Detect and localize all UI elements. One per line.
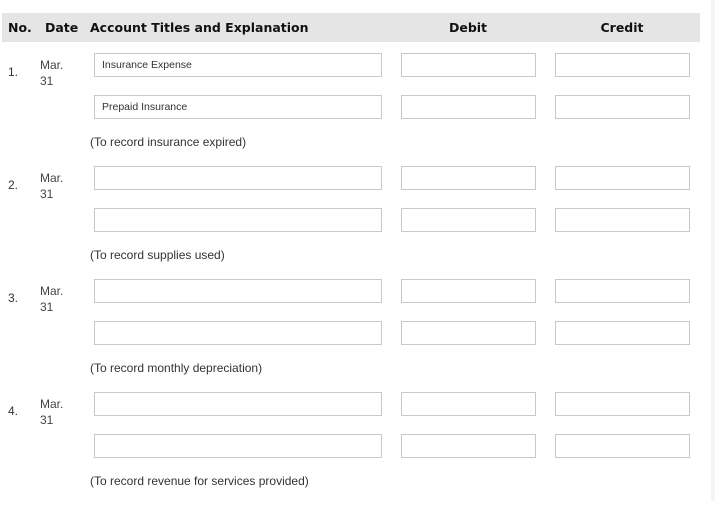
table-header: No. Date Account Titles and Explanation …	[2, 13, 700, 42]
credit-input[interactable]	[555, 166, 690, 190]
debit-input[interactable]	[401, 279, 536, 303]
journal-entry: 1. Mar. 31 (To record insurance expired)	[0, 53, 711, 166]
date-day: 31	[40, 300, 54, 314]
account-input[interactable]	[94, 279, 382, 303]
journal-entry: 2. Mar. 31 (To record supplies used)	[0, 166, 711, 279]
credit-input[interactable]	[555, 208, 690, 232]
debit-input[interactable]	[401, 392, 536, 416]
debit-input[interactable]	[401, 434, 536, 458]
account-input[interactable]	[94, 53, 382, 77]
account-input[interactable]	[94, 321, 382, 345]
journal-entry: 3. Mar. 31 (To record monthly depreciati…	[0, 279, 711, 392]
header-account: Account Titles and Explanation	[90, 20, 309, 35]
credit-input[interactable]	[555, 95, 690, 119]
header-debit: Debit	[448, 20, 488, 35]
date-day: 31	[40, 413, 54, 427]
credit-input[interactable]	[555, 53, 690, 77]
header-no: No.	[8, 20, 32, 35]
account-input[interactable]	[94, 434, 382, 458]
date-month: Mar.	[40, 284, 64, 298]
credit-input[interactable]	[555, 321, 690, 345]
header-credit: Credit	[600, 20, 644, 35]
entry-number: 3.	[8, 291, 19, 305]
entry-explanation: (To record monthly depreciation)	[90, 361, 263, 375]
date-month: Mar.	[40, 171, 64, 185]
date-month: Mar.	[40, 397, 64, 411]
date-day: 31	[40, 74, 54, 88]
date-day: 31	[40, 187, 54, 201]
entry-explanation: (To record supplies used)	[90, 248, 225, 262]
credit-input[interactable]	[555, 279, 690, 303]
debit-input[interactable]	[401, 208, 536, 232]
entry-explanation: (To record insurance expired)	[90, 135, 247, 149]
account-input[interactable]	[94, 166, 382, 190]
entry-date: Mar. 31	[40, 170, 63, 202]
debit-input[interactable]	[401, 53, 536, 77]
credit-input[interactable]	[555, 434, 690, 458]
header-date: Date	[45, 20, 79, 35]
entry-number: 1.	[8, 65, 19, 79]
account-input[interactable]	[94, 392, 382, 416]
entry-number: 2.	[8, 178, 19, 192]
entry-explanation: (To record revenue for services provided…	[90, 474, 309, 488]
scrollbar-track[interactable]	[711, 0, 715, 501]
entry-number: 4.	[8, 404, 19, 418]
debit-input[interactable]	[401, 166, 536, 190]
entry-date: Mar. 31	[40, 283, 63, 315]
date-month: Mar.	[40, 58, 64, 72]
account-input[interactable]	[94, 208, 382, 232]
debit-input[interactable]	[401, 95, 536, 119]
credit-input[interactable]	[555, 392, 690, 416]
debit-input[interactable]	[401, 321, 536, 345]
account-input[interactable]	[94, 95, 382, 119]
journal-entry: 4. Mar. 31 (To record revenue for servic…	[0, 392, 711, 505]
entry-date: Mar. 31	[40, 396, 63, 428]
entry-date: Mar. 31	[40, 57, 63, 89]
